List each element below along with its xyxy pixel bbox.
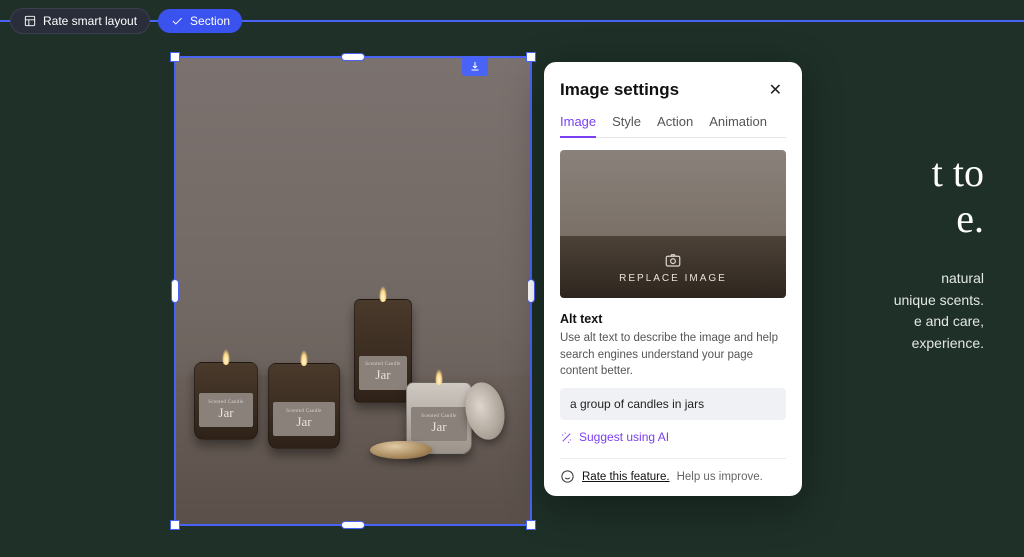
alt-text-label: Alt text (560, 312, 786, 326)
tab-style[interactable]: Style (612, 114, 641, 137)
layout-icon (23, 14, 37, 28)
image-settings-panel: Image settings ✕ Image Style Action Anim… (544, 62, 802, 496)
suggest-ai-button[interactable]: Suggest using AI (560, 430, 786, 444)
check-icon (170, 14, 184, 28)
resize-handle-tl[interactable] (170, 52, 180, 62)
section-pill[interactable]: Section (158, 9, 242, 33)
image-selection-box[interactable]: Scented CandleJar Scented CandleJar Scen… (174, 56, 532, 526)
resize-handle-mr[interactable] (527, 279, 535, 303)
magic-wand-icon (560, 431, 573, 444)
smiley-icon (560, 469, 575, 484)
replace-image-button[interactable]: REPLACE IMAGE (560, 236, 786, 298)
download-image-button[interactable] (462, 56, 488, 76)
suggest-ai-label: Suggest using AI (579, 430, 669, 444)
resize-handle-bm[interactable] (341, 521, 365, 529)
camera-icon (664, 251, 682, 269)
image-preview[interactable]: REPLACE IMAGE (560, 150, 786, 298)
panel-title: Image settings (560, 80, 679, 100)
panel-tabs: Image Style Action Animation (560, 114, 786, 138)
rate-layout-label: Rate smart layout (43, 14, 137, 28)
alt-text-help: Use alt text to describe the image and h… (560, 330, 786, 380)
replace-image-label: REPLACE IMAGE (619, 273, 727, 284)
top-toolbar: Rate smart layout Section (10, 8, 242, 34)
resize-handle-tm[interactable] (341, 53, 365, 61)
rate-feature-row: Rate this feature. Help us improve. (560, 458, 786, 484)
selected-image[interactable]: Scented CandleJar Scented CandleJar Scen… (176, 58, 530, 524)
rate-feature-help: Help us improve. (677, 471, 763, 483)
rate-smart-layout-button[interactable]: Rate smart layout (10, 8, 150, 34)
tab-action[interactable]: Action (657, 114, 693, 137)
tab-animation[interactable]: Animation (709, 114, 767, 137)
resize-handle-br[interactable] (526, 520, 536, 530)
resize-handle-bl[interactable] (170, 520, 180, 530)
rate-feature-link[interactable]: Rate this feature. (582, 471, 670, 483)
close-icon[interactable]: ✕ (765, 78, 786, 102)
resize-handle-ml[interactable] (171, 279, 179, 303)
tab-image[interactable]: Image (560, 114, 596, 137)
alt-text-input[interactable] (560, 388, 786, 420)
section-label: Section (190, 14, 230, 28)
resize-handle-tr[interactable] (526, 52, 536, 62)
